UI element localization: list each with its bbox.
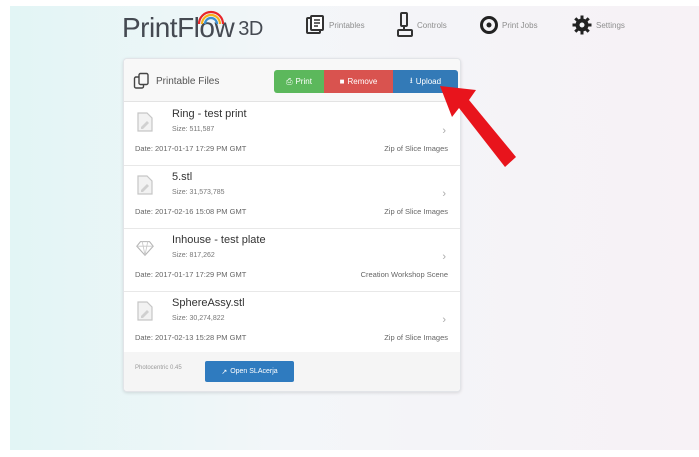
trash-icon: ■ — [339, 77, 345, 86]
annotation-arrow-icon — [440, 86, 516, 167]
logo-text-main: PrintFl — [122, 12, 200, 43]
panel-footer: Photocentric 0.45 ↗ Open SLAcerja — [124, 352, 460, 391]
file-row[interactable]: Ring - test print Size: 511,587 › Date: … — [124, 102, 460, 166]
file-date: Date: 2017-02-16 15:08 PM GMT — [135, 207, 247, 216]
file-icon — [137, 112, 153, 132]
print-button-label: Print — [295, 77, 312, 86]
print-jobs-icon — [480, 16, 498, 34]
file-row[interactable]: SphereAssy.stl Size: 30,274,822 › Date: … — [124, 291, 460, 355]
open-slacerja-button[interactable]: ↗ Open SLAcerja — [205, 361, 294, 382]
file-name: SphereAssy.stl — [172, 297, 245, 309]
file-date: Date: 2017-01-17 17:29 PM GMT — [135, 270, 247, 279]
chevron-right-icon: › — [442, 188, 446, 200]
remove-button-label: Remove — [347, 77, 378, 86]
open-slacerja-label: Open SLAcerja — [230, 368, 278, 375]
nav-printables[interactable]: Printables — [305, 14, 365, 36]
file-type: Zip of Slice Images — [384, 333, 448, 342]
logo-rainbow-arc-icon — [198, 10, 225, 25]
remove-button[interactable]: ■ Remove — [324, 70, 393, 93]
panel-header: Printable Files ⎙ Print ■ Remove ⭳ Uploa… — [124, 59, 460, 102]
nav-settings[interactable]: Settings — [572, 14, 625, 36]
nav-settings-label: Settings — [596, 20, 625, 30]
chevron-right-icon: › — [442, 251, 446, 263]
file-date: Date: 2017-01-17 17:29 PM GMT — [135, 144, 247, 153]
external-link-icon: ↗ — [221, 368, 228, 376]
file-name: Ring - test print — [172, 108, 247, 120]
copy-files-icon — [133, 72, 149, 89]
logo-text-3d: 3D — [238, 18, 263, 40]
printable-files-panel: Printable Files ⎙ Print ■ Remove ⭳ Uploa… — [123, 58, 461, 392]
file-name: 5.stl — [172, 171, 193, 183]
print-button[interactable]: ⎙ Print — [274, 70, 324, 93]
top-nav: PrintFl ow 3D Printables Controls Print … — [0, 0, 699, 50]
file-icon — [137, 175, 153, 195]
file-name: Inhouse - test plate — [172, 234, 266, 246]
file-size: Size: 511,587 — [172, 126, 215, 133]
file-type: Zip of Slice Images — [384, 207, 448, 216]
file-size: Size: 31,573,785 — [172, 189, 225, 196]
printer-icon: ⎙ — [286, 76, 293, 86]
panel-title-label: Printable Files — [156, 75, 220, 87]
file-row[interactable]: Inhouse - test plate Size: 817,262 › Dat… — [124, 228, 460, 292]
app-logo[interactable]: PrintFl ow 3D — [122, 10, 263, 44]
nav-controls[interactable]: Controls — [397, 12, 447, 38]
file-type: Creation Workshop Scene — [360, 270, 448, 279]
file-row[interactable]: 5.stl Size: 31,573,785 › Date: 2017-02-1… — [124, 165, 460, 229]
upload-icon: ⭳ — [409, 75, 413, 85]
file-size: Size: 30,274,822 — [172, 315, 225, 322]
nav-print-jobs[interactable]: Print Jobs — [480, 14, 538, 36]
nav-print-jobs-label: Print Jobs — [502, 20, 538, 30]
controls-icon — [397, 12, 413, 38]
logo-w-with-arc: ow — [198, 10, 235, 44]
chevron-right-icon: › — [442, 314, 446, 326]
nav-printables-label: Printables — [329, 20, 365, 30]
nav-controls-label: Controls — [417, 20, 447, 30]
settings-gear-icon — [572, 15, 592, 35]
version-label: Photocentric 0.45 — [135, 365, 182, 371]
printables-icon — [305, 15, 325, 35]
file-size: Size: 817,262 — [172, 252, 215, 259]
panel-title: Printable Files — [133, 72, 219, 90]
gem-icon — [136, 241, 154, 257]
file-icon — [137, 301, 153, 321]
file-date: Date: 2017-02-13 15:28 PM GMT — [135, 333, 247, 342]
